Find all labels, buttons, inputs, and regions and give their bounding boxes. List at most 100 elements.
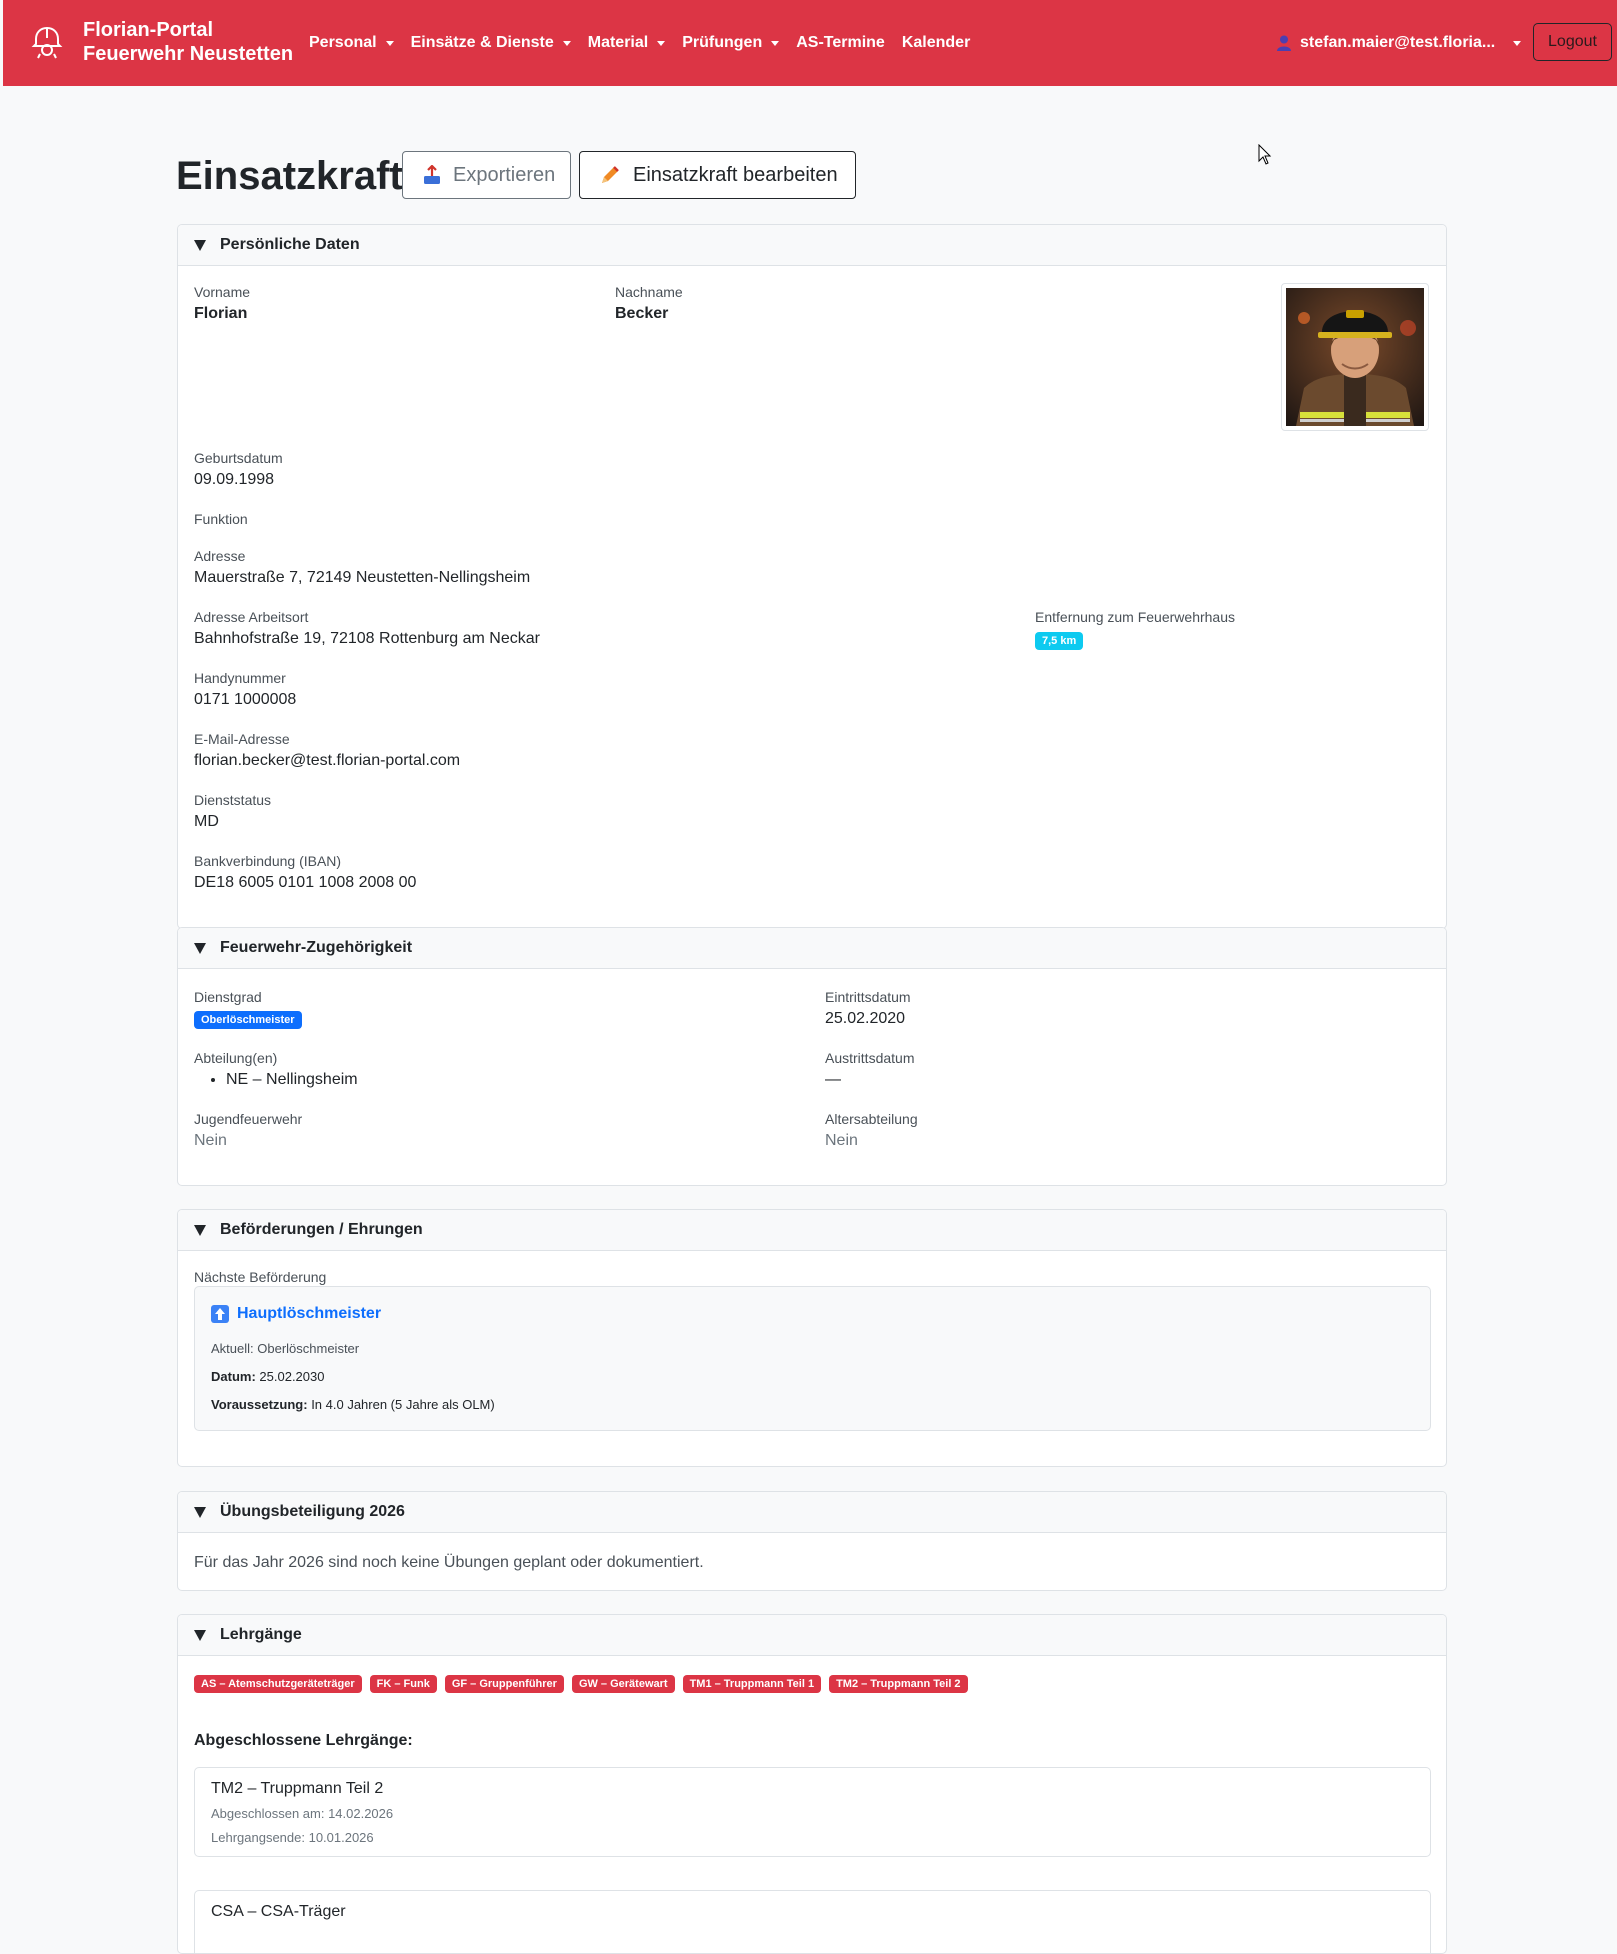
iban-value: DE18 6005 0101 1008 2008 00 [194,874,417,891]
brand-title: Florian-Portal [83,19,214,41]
vorname-label: Vorname [194,284,251,300]
triangle-down-icon [194,239,206,251]
austritt-label: Austrittsdatum [825,1050,915,1066]
user-menu[interactable]: stefan.maier@test.floria... [1277,0,1522,86]
triangle-down-icon [194,1629,206,1641]
naechste-befoerderung-label: Nächste Beförderung [194,1269,327,1285]
navbar: Florian-Portal Feuerwehr Neustetten Pers… [3,0,1617,86]
dienstgrad-badge: Oberlöschmeister [194,1011,302,1029]
befoerderung-voraussetzung: Voraussetzung: In 4.0 Jahren (5 Jahre al… [211,1397,495,1412]
section-toggle-befoerderungen[interactable]: Beförderungen / Ehrungen [178,1210,1446,1251]
user-icon [1277,35,1291,51]
geburtsdatum-value: 09.09.1998 [194,471,275,488]
email-value: florian.becker@test.florian-portal.com [194,752,461,769]
lehrgang-badge: GW – Gerätewart [571,1675,675,1693]
list-item: NE – Nellingsheim [226,1071,358,1089]
arbeitsort-value: Bahnhofstraße 19, 72108 Rottenburg am Ne… [194,630,540,647]
handy-label: Handynummer [194,670,286,686]
nav-personal[interactable]: Personal [309,34,394,52]
section-title: Feuerwehr-Zugehörigkeit [220,939,413,956]
chevron-down-icon [657,40,666,46]
nav-material[interactable]: Material [588,34,666,52]
eintritt-value: 25.02.2020 [825,1010,906,1027]
edit-einsatzkraft-button[interactable]: Einsatzkraft bearbeiten [579,151,856,199]
lehrgang-name: CSA – CSA-Träger [211,1903,346,1920]
entfernung-badge: 7,5 km [1035,632,1084,650]
abteilung-label: Abteilung(en) [194,1050,278,1066]
lehrgang-badge: GF – Gruppenführer [444,1675,564,1693]
nachname-value: Becker [615,305,669,322]
section-toggle-lehrgaenge[interactable]: Lehrgänge [178,1615,1446,1656]
jugend-label: Jugendfeuerwehr [194,1111,303,1127]
alters-label: Altersabteilung [825,1111,918,1127]
alters-value: Nein [825,1132,858,1149]
nav-as-termine[interactable]: AS-Termine [796,34,885,52]
list-item: TM2 – Truppmann Teil 2 Abgeschlossen am:… [194,1767,1431,1857]
card-persoenliche-daten: Persönliche Daten Vorname Florian Nachna… [177,224,1447,929]
firefighter-helmet-icon [31,26,63,59]
section-title: Beförderungen / Ehrungen [220,1221,423,1238]
jugend-value: Nein [194,1132,227,1149]
profile-photo [1281,283,1429,431]
mouse-cursor-icon [1258,144,1272,165]
austritt-value: — [825,1071,841,1088]
funktion-label: Funktion [194,511,248,527]
main-menu: Personal Einsätze & Dienste Material Prü… [309,0,987,86]
befoerderung-datum: Datum: 25.02.2030 [211,1369,324,1384]
nav-einsaetze-label: Einsätze & Dienste [410,34,554,51]
lehrgang-badge: FK – Funk [369,1675,437,1693]
section-toggle-zugehoerigkeit[interactable]: Feuerwehr-Zugehörigkeit [178,928,1446,969]
lehrgang-ende: Lehrgangsende: 10.01.2026 [211,1830,374,1845]
nav-pruefungen-label: Prüfungen [682,34,763,51]
lehrgang-badge: TM2 – Truppmann Teil 2 [829,1675,968,1693]
handy-value: 0171 1000008 [194,691,297,708]
card-uebungsbeteiligung: Übungsbeteiligung 2026 Für das Jahr 2026… [177,1491,1447,1591]
naechster-rang: Hauptlöschmeister [237,1305,382,1322]
nav-einsaetze-dienste[interactable]: Einsätze & Dienste [411,34,571,52]
export-icon [423,165,441,185]
brand-subtitle: Feuerwehr Neustetten [83,43,294,65]
voraussetzung-label: Voraussetzung: [211,1397,308,1412]
abteilung-list: NE – Nellingsheim [178,1071,358,1089]
iban-label: Bankverbindung (IBAN) [194,853,342,869]
datum-label: Datum: [211,1369,256,1384]
chevron-down-icon [771,40,780,46]
lehrgang-name: TM2 – Truppmann Teil 2 [211,1780,384,1797]
lehrgang-badges: AS – Atemschutzgeräteträger FK – Funk GF… [194,1675,968,1693]
promotion-box: Hauptlöschmeister Aktuell: Oberlöschmeis… [194,1286,1431,1431]
geburtsdatum-label: Geburtsdatum [194,450,283,466]
arbeitsort-label: Adresse Arbeitsort [194,609,309,625]
card-feuerwehr-zugehoerigkeit: Feuerwehr-Zugehörigkeit Dienstgrad Oberl… [177,927,1447,1186]
dienstgrad-label: Dienstgrad [194,989,262,1005]
nav-pruefungen[interactable]: Prüfungen [682,34,780,52]
lehrgang-badge: TM1 – Truppmann Teil 1 [682,1675,822,1693]
list-item: CSA – CSA-Träger [194,1890,1431,1953]
vorname-value: Florian [194,305,248,322]
pencil-icon [599,164,621,186]
logout-button[interactable]: Logout [1533,23,1612,61]
brand-link[interactable]: Florian-Portal Feuerwehr Neustetten [31,18,293,66]
voraussetzung-value: In 4.0 Jahren (5 Jahre als OLM) [311,1397,495,1412]
adresse-label: Adresse [194,548,246,564]
section-toggle-persoenliche-daten[interactable]: Persönliche Daten [178,225,1446,266]
export-button[interactable]: Exportieren [402,151,571,199]
arrow-up-icon [211,1305,229,1323]
abgeschlossen-heading: Abgeschlossene Lehrgänge: [194,1732,413,1749]
edit-label: Einsatzkraft bearbeiten [633,163,838,186]
eintritt-label: Eintrittsdatum [825,989,911,1005]
chevron-down-icon [1513,40,1522,46]
lehrgang-badge: AS – Atemschutzgeräteträger [194,1675,362,1693]
section-title: Lehrgänge [220,1626,302,1643]
uebung-empty-text: Für das Jahr 2026 sind noch keine Übunge… [194,1554,704,1571]
page-title: Einsatzkraft [176,154,403,198]
nav-kalender-label: Kalender [901,34,971,51]
triangle-down-icon [194,1506,206,1518]
section-toggle-uebungsbeteiligung[interactable]: Übungsbeteiligung 2026 [178,1492,1446,1533]
email-label: E-Mail-Adresse [194,731,290,747]
nav-kalender[interactable]: Kalender [902,34,970,52]
section-title: Persönliche Daten [220,236,360,253]
section-title: Übungsbeteiligung 2026 [220,1503,405,1520]
export-label: Exportieren [453,163,556,186]
card-befoerderungen: Beförderungen / Ehrungen Nächste Beförde… [177,1209,1447,1467]
triangle-down-icon [194,942,206,954]
